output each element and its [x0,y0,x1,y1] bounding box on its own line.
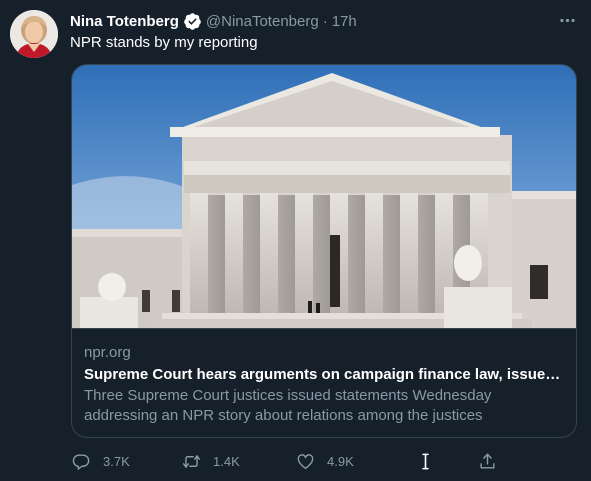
card-text[interactable]: npr.org Supreme Court hears arguments on… [84,343,566,426]
avatar-photo [10,10,58,58]
supreme-court-photo [72,65,576,328]
share-icon [478,452,497,471]
tweet-header: Nina Totenberg @NinaTotenberg · 17h [70,11,357,31]
retweet-icon [182,452,201,471]
verified-badge-icon [183,12,202,31]
tweet-actions: 3.7K 1.4K 4.9K [70,450,520,472]
more-options-icon[interactable] [557,10,577,30]
retweet-button[interactable]: 1.4K [182,450,240,472]
card-image-supreme-court[interactable] [72,65,576,329]
card-description: Three Supreme Court justices issued stat… [84,387,492,424]
author-handle[interactable]: @NinaTotenberg [206,13,319,30]
tweet[interactable]: Nina Totenberg @NinaTotenberg · 17h NPR … [0,0,591,481]
retweet-count: 1.4K [213,453,240,469]
reply-count: 3.7K [103,453,130,469]
heart-icon [296,452,315,471]
like-button[interactable]: 4.9K [296,450,354,472]
reply-icon [72,452,91,471]
like-count: 4.9K [327,453,354,469]
text-cursor-icon [416,450,435,472]
reply-button[interactable]: 3.7K [72,450,130,472]
link-card[interactable]: npr.org Supreme Court hears arguments on… [71,64,577,438]
tweet-timestamp[interactable]: 17h [332,13,357,30]
separator-dot: · [322,12,328,30]
card-domain: npr.org [84,344,131,361]
card-title: Supreme Court hears arguments on campaig… [84,366,566,383]
tweet-text: NPR stands by my reporting [70,34,258,51]
share-button[interactable] [478,450,497,472]
author-name[interactable]: Nina Totenberg [70,13,179,30]
avatar[interactable] [10,10,58,58]
